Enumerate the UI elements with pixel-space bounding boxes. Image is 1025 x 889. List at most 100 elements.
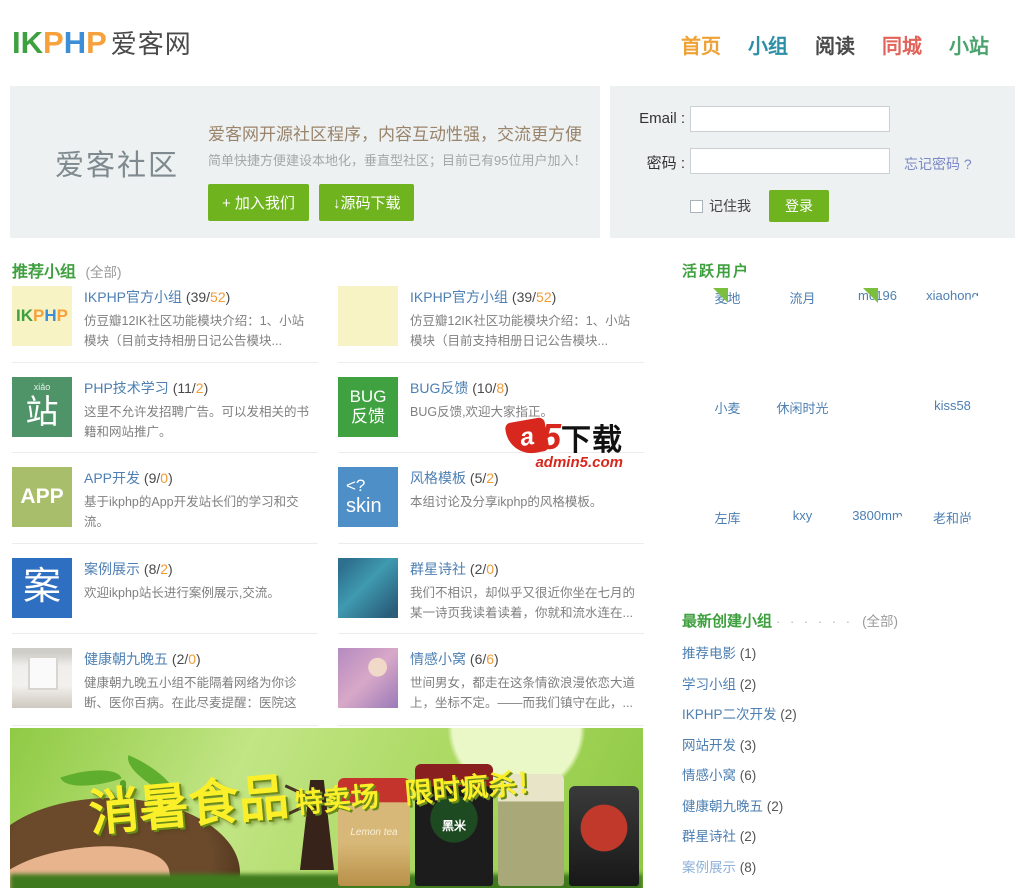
nav-item[interactable]: 小站 (949, 30, 989, 59)
join-button[interactable]: + 加入我们 (208, 184, 309, 221)
password-field[interactable] (690, 148, 890, 174)
user-item: 左库 (690, 508, 765, 618)
newest-group-link[interactable]: IKPHP二次开发 (682, 707, 777, 722)
dots-decor: · · · · · · (776, 614, 854, 629)
hero-subline: 简单快捷方便建设本地化，垂直型社区；目前已有95位用户加入！ (208, 153, 587, 168)
site-name: 爱客网 (110, 29, 192, 59)
newest-group-item: 健康朝九晚五 (2) (682, 795, 797, 815)
banner-headline: 消暑食品 (86, 768, 291, 842)
icon-label-small: xiǎo (33, 382, 51, 393)
newest-group-count: (6) (739, 768, 757, 783)
ikphp-group-icon[interactable]: IKPHP (12, 286, 72, 346)
group-desc: 欢迎ikphp站长进行案例展示,交流。 (84, 585, 280, 600)
site-logo[interactable]: IKPHP 爱客网 (12, 24, 192, 61)
group-icon[interactable] (338, 648, 398, 708)
group-link[interactable]: APP开发 (84, 470, 140, 486)
newest-group-link[interactable]: 群星诗社 (682, 829, 736, 844)
newest-group-count: (2) (739, 829, 757, 844)
group-link[interactable]: 案例展示 (84, 561, 140, 577)
group-title: 风格模板 (5/2) (410, 470, 499, 486)
group-desc: 仿豆瓣12IK社区功能模块介绍：1、小站模块（目前支持相册日记公告模块... (410, 314, 631, 349)
newest-group-item: 案例展示 (8) (682, 856, 797, 876)
newest-group-link[interactable]: 案例展示 (682, 860, 736, 875)
user-name-link[interactable]: 麦地 (690, 288, 765, 307)
user-name-link[interactable]: 小麦 (690, 398, 765, 417)
group-link[interactable]: IKPHP官方小组 (410, 289, 508, 305)
group-icon[interactable] (12, 648, 72, 708)
user-item (840, 398, 915, 508)
newest-group-link[interactable]: 推荐电影 (682, 646, 736, 661)
group-icon[interactable]: BUG 反馈 (338, 376, 398, 437)
group-item: 案 案例展示 (8/2) 欢迎ikphp站长进行案例展示,交流。 (12, 557, 318, 634)
nav-item[interactable]: 同城 (882, 30, 922, 59)
email-label: Email : (639, 110, 685, 127)
icon-letter: H (44, 306, 57, 326)
icon-label: 案 (22, 565, 61, 608)
nav-item[interactable]: 小组 (748, 30, 788, 59)
group-desc: 我们不相识，却似乎又很近你坐在七月的某一诗页我读着读着，你就和流水连在... (410, 585, 636, 620)
group-icon[interactable] (338, 557, 398, 618)
newest-all-link[interactable]: (全部) (862, 614, 898, 629)
promo-banner[interactable]: Lemon tea 黑米 消暑食品 特卖场 限时疯杀！ (10, 728, 643, 888)
groups-title: 推荐小组 (12, 264, 77, 281)
hero-tagline: 爱客网开源社区程序，内容互动性强，交流更方便 (208, 125, 582, 144)
group-link[interactable]: IKPHP官方小组 (84, 289, 182, 305)
newest-group-link[interactable]: 学习小组 (682, 677, 736, 692)
group-desc: 健康朝九晚五小组不能隔着网络为你诊断、医你百病。在此尽麦提醒：医院这个... (84, 676, 297, 711)
group-icon[interactable]: 案 (12, 557, 72, 618)
icon-letter: P (33, 306, 45, 326)
user-name-link[interactable]: 左库 (690, 508, 765, 527)
user-item: 小麦 (690, 398, 765, 508)
group-title: PHP技术学习 (11/2) (84, 379, 209, 396)
group-desc: 仿豆瓣12IK社区功能模块介绍：1、小站模块（目前支持相册日记公告模块... (84, 314, 305, 349)
newest-group-link[interactable]: 情感小窝 (682, 768, 736, 783)
user-item: xiaohong (915, 288, 990, 398)
icon-label: 站 (25, 392, 59, 430)
user-item: 麦地 (690, 288, 765, 398)
package-beans (569, 786, 639, 886)
newest-group-link[interactable]: 网站开发 (682, 738, 736, 753)
group-link[interactable]: PHP技术学习 (84, 380, 169, 396)
icon-letter: K (20, 306, 34, 326)
nav-item[interactable]: 首页 (681, 30, 721, 59)
main-nav: 首页 小组 阅读 同城 小站 (681, 30, 989, 59)
user-name-link[interactable]: 休闲时光 (765, 398, 840, 417)
group-icon[interactable]: xiǎo 站 (12, 376, 72, 437)
newest-group-item: 推荐电影 (1) (682, 642, 797, 662)
user-name-link[interactable]: kiss58 (915, 398, 990, 413)
login-panel: Email : 密码 : 忘记密码 ? 记住我 登录 (610, 86, 1015, 238)
nav-item[interactable]: 阅读 (815, 30, 855, 59)
newest-group-link[interactable]: 健康朝九晚五 (682, 799, 763, 814)
user-item: 3800mm (840, 508, 915, 618)
forgot-password-link[interactable]: 忘记密码 ? (904, 154, 972, 174)
group-link[interactable]: 情感小窝 (410, 651, 466, 667)
remember-checkbox[interactable] (690, 199, 703, 213)
group-title: IKPHP官方小组 (39/52) (410, 289, 557, 305)
group-link[interactable]: 群星诗社 (410, 561, 466, 577)
group-title: 案例展示 (8/2) (84, 560, 173, 577)
group-title: APP开发 (9/0) (84, 470, 173, 486)
group-link[interactable]: BUG反馈 (410, 380, 468, 396)
groups-all-link[interactable]: (全部) (85, 265, 121, 280)
a5-logo-icon: a (504, 416, 550, 458)
group-link[interactable]: 健康朝九晚五 (84, 651, 168, 667)
icon-label: skin (346, 495, 382, 518)
group-link[interactable]: 风格模板 (410, 470, 466, 486)
group-item: IKPHP官方小组 (39/52) 仿豆瓣12IK社区功能模块介绍：1、小站模块… (338, 286, 644, 363)
banner-sub2: 限时疯杀！ (403, 766, 546, 810)
group-icon[interactable] (338, 286, 398, 346)
group-title: 情感小窝 (6/6) (410, 651, 499, 667)
login-button[interactable]: 登录 (769, 190, 829, 222)
group-icon[interactable]: <? skin (338, 467, 398, 527)
newest-group-count: (3) (739, 737, 757, 753)
user-name-link[interactable]: 流月 (765, 288, 840, 307)
icon-label: 反馈 (351, 406, 385, 426)
group-icon[interactable]: APP (12, 467, 72, 527)
logo-letter: I (12, 25, 21, 60)
download-button[interactable]: ↓源码下载 (318, 184, 415, 221)
email-field[interactable] (690, 106, 890, 132)
icon-label: APP (20, 484, 64, 508)
group-item: 群星诗社 (2/0) 我们不相识，却似乎又很近你坐在七月的某一诗页我读着读着，你… (338, 557, 644, 634)
logo-letter: P (43, 25, 64, 60)
newest-group-count: (2) (780, 707, 797, 722)
